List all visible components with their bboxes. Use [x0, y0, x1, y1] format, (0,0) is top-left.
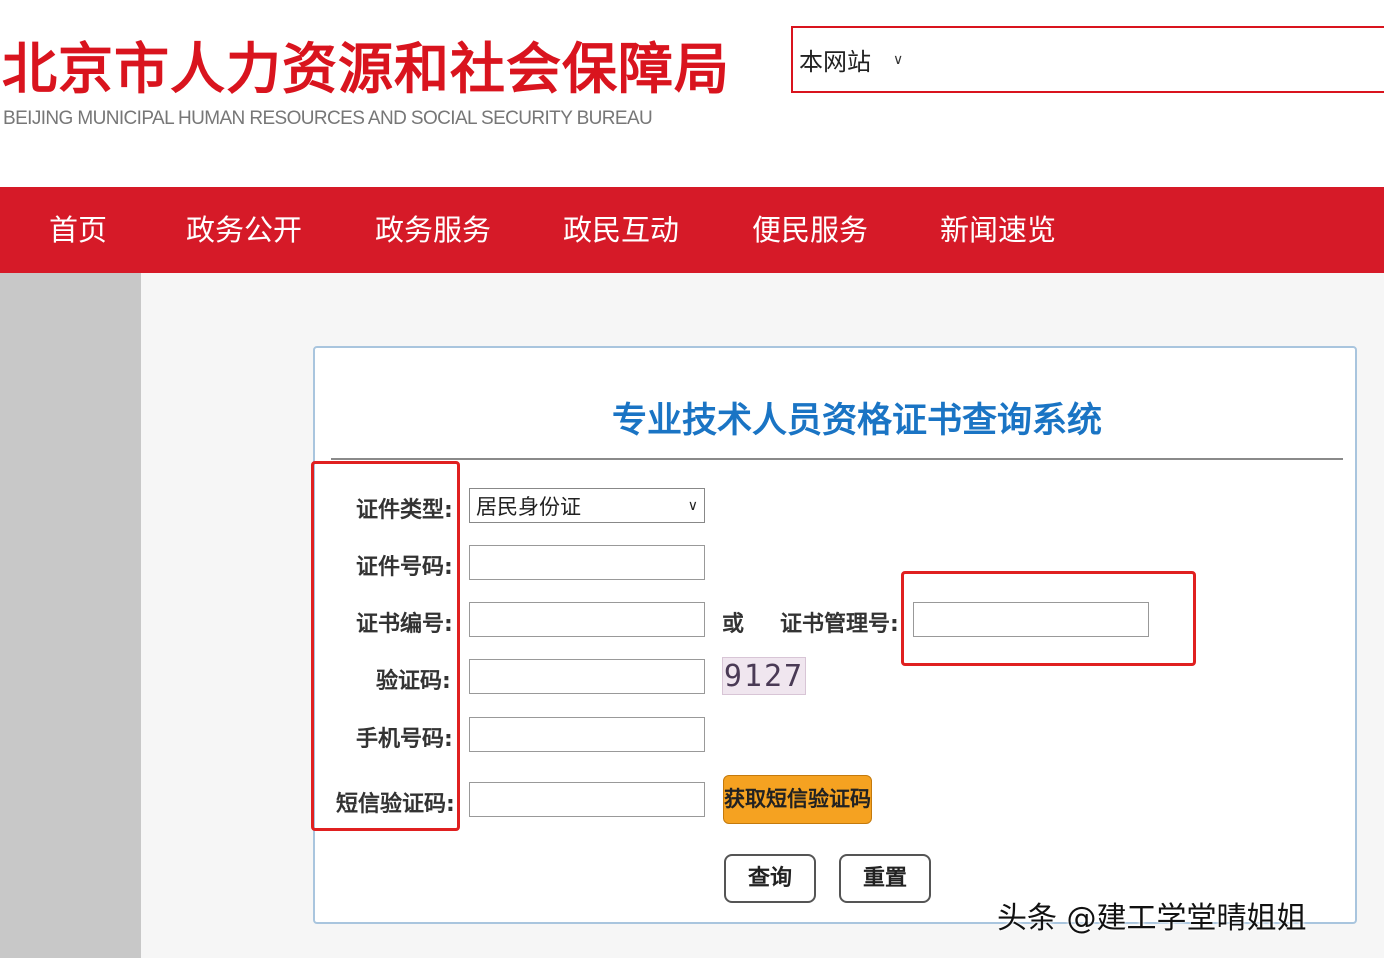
id-type-value: 居民身份证 — [476, 494, 581, 519]
site-search-box[interactable]: 本网站 ∨ — [791, 26, 1384, 93]
watermark: 头条 @建工学堂晴姐姐 — [997, 901, 1307, 936]
captcha-input[interactable] — [469, 659, 705, 694]
cert-number-input[interactable] — [469, 602, 705, 637]
get-sms-code-button[interactable]: 获取短信验证码 — [723, 775, 872, 824]
id-number-input[interactable] — [469, 545, 705, 580]
logo-title-cn: 北京市人力资源和社会保障局 — [2, 37, 731, 101]
query-button[interactable]: 查询 — [724, 854, 816, 903]
id-type-select[interactable]: 居民身份证 ∨ — [469, 488, 705, 523]
chevron-down-icon: ∨ — [687, 497, 698, 514]
phone-input[interactable] — [469, 717, 705, 752]
logo-title-en: BEIJING MUNICIPAL HUMAN RESOURCES AND SO… — [3, 108, 653, 129]
nav-item-news[interactable]: 新闻速览 — [940, 187, 1056, 273]
chevron-down-icon: ∨ — [893, 51, 904, 68]
search-scope-select[interactable]: 本网站 ∨ — [799, 42, 903, 77]
label-highlight-box — [311, 461, 460, 831]
panel-title: 专业技术人员资格证书查询系统 — [611, 401, 1102, 441]
nav-item-gov-affairs-open[interactable]: 政务公开 — [186, 187, 302, 273]
nav-item-interaction[interactable]: 政民互动 — [563, 187, 679, 273]
cert-mgmt-label: 证书管理号: — [780, 612, 899, 637]
nav-item-home[interactable]: 首页 — [49, 187, 107, 273]
title-divider — [331, 458, 1343, 460]
nav-item-citizen-services[interactable]: 便民服务 — [752, 187, 868, 273]
reset-button[interactable]: 重置 — [839, 854, 931, 903]
or-text: 或 — [722, 612, 745, 637]
main-nav: 首页 政务公开 政务服务 政民互动 便民服务 新闻速览 — [0, 187, 1384, 273]
sms-code-input[interactable] — [469, 782, 705, 817]
captcha-image[interactable]: 9127 — [722, 657, 806, 695]
search-scope-label: 本网站 — [799, 48, 871, 76]
nav-item-gov-services[interactable]: 政务服务 — [375, 187, 491, 273]
left-sidebar-gray — [0, 273, 141, 958]
cert-mgmt-highlight-box — [901, 571, 1196, 666]
